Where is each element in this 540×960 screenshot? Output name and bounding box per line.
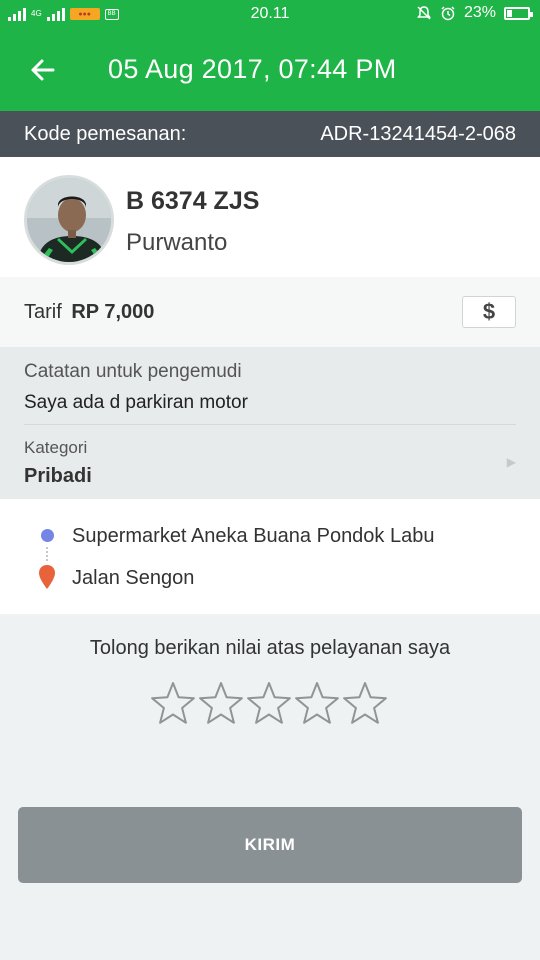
arrow-left-icon [31, 59, 55, 80]
chevron-right-icon: ▶ [506, 455, 516, 469]
star-icon[interactable] [198, 680, 244, 726]
driver-name: Purwanto [126, 229, 228, 256]
order-code-bar: Kode pemesanan: ADR-13241454-2-068 [0, 111, 540, 157]
driver-note-title: Catatan untuk pengemudi [24, 361, 242, 382]
star-icon[interactable] [294, 680, 340, 726]
route-connector [46, 547, 48, 561]
order-code-value: ADR-13241454-2-068 [320, 122, 516, 145]
pickup-dot-icon [41, 529, 54, 542]
star-icon[interactable] [246, 680, 292, 726]
dropoff-address: Jalan Sengon [72, 567, 195, 589]
notes-section: Catatan untuk pengemudi Saya ada d parki… [0, 347, 540, 499]
category-row[interactable]: Kategori Pribadi ▶ [0, 425, 540, 499]
submit-label: KIRIM [244, 835, 296, 854]
cash-icon: $ [482, 299, 496, 324]
bell-off-icon [416, 6, 431, 20]
status-bar: 4G ●●● BB 20.11 23% [0, 0, 540, 28]
route-section: Supermarket Aneka Buana Pondok Labu Jala… [0, 499, 540, 614]
vehicle-plate: B 6374 ZJS [126, 187, 260, 215]
battery-percent: 23% [463, 4, 496, 21]
star-rating[interactable] [150, 680, 388, 726]
category-value: Pribadi [24, 465, 92, 487]
driver-note-text: Saya ada d parkiran motor [24, 392, 248, 413]
location-pin-icon [39, 565, 55, 589]
fare-label-group: Tarif RP 7,000 [24, 301, 154, 324]
submit-button[interactable]: KIRIM [18, 807, 522, 883]
star-icon[interactable] [342, 680, 388, 726]
alarm-icon [441, 6, 455, 21]
driver-avatar [24, 175, 114, 265]
order-code-label: Kode pemesanan: [24, 122, 187, 145]
fare-label: Tarif [24, 301, 62, 323]
battery-icon [504, 6, 533, 20]
back-button[interactable] [22, 50, 62, 90]
battery-fill [507, 9, 512, 17]
star-icon[interactable] [150, 680, 196, 726]
page-title: 05 Aug 2017, 07:44 PM [108, 54, 397, 84]
fare-row: Tarif RP 7,000 $ [0, 277, 540, 347]
category-title: Kategori [24, 438, 88, 457]
rating-prompt: Tolong berikan nilai atas pelayanan saya [89, 637, 451, 659]
fare-amount: RP 7,000 [71, 301, 155, 323]
payment-method-button[interactable]: $ [462, 296, 516, 328]
app-bar: 05 Aug 2017, 07:44 PM [0, 28, 540, 111]
driver-card: B 6374 ZJS Purwanto [0, 157, 540, 277]
pickup-address: Supermarket Aneka Buana Pondok Labu [72, 525, 435, 547]
